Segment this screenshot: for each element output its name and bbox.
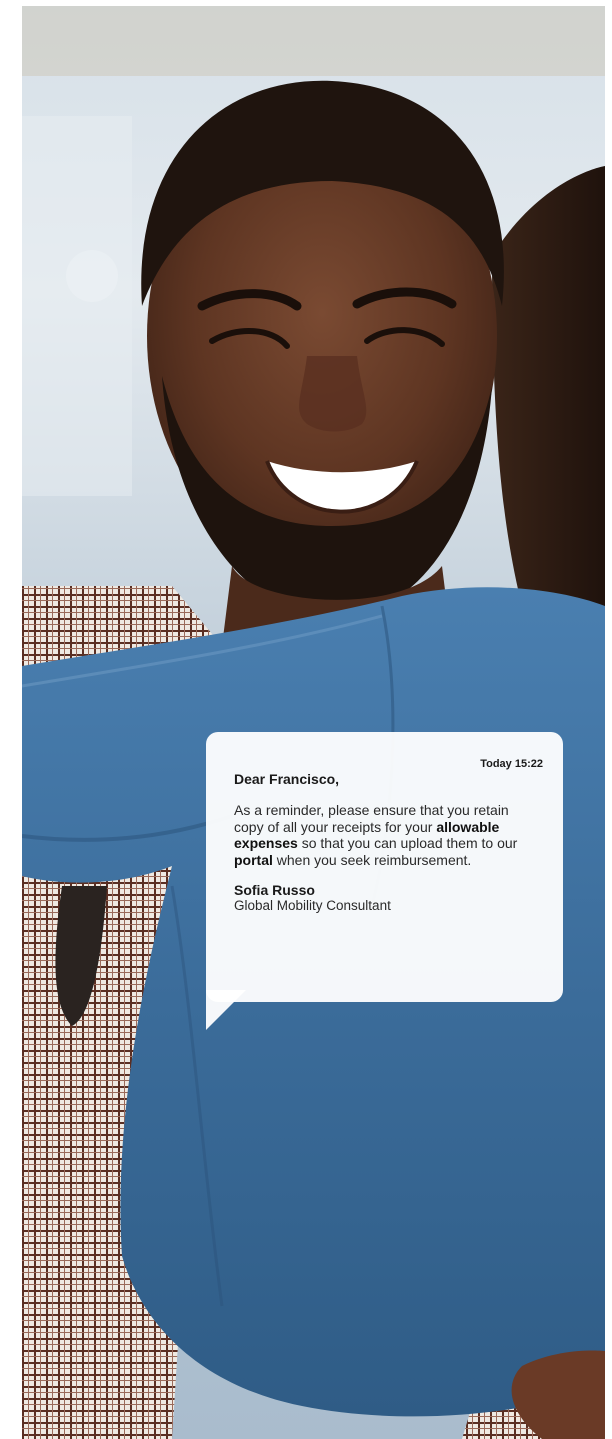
message-body-part3: when you seek reimbursement.: [272, 851, 472, 868]
sender-title: Global Mobility Consultant: [234, 898, 391, 913]
sender-name: Sofia Russo: [234, 882, 315, 898]
message-bubble: Today 15:22 Dear Francisco, As a reminde…: [206, 732, 563, 1002]
portal-text: portal: [234, 851, 273, 868]
message-greeting: Dear Francisco,: [234, 771, 340, 787]
message-body: As a reminder, please ensure that you re…: [234, 802, 534, 868]
message-timestamp: Today 15:22: [480, 758, 543, 770]
page: Today 15:22 Dear Francisco, As a reminde…: [0, 0, 612, 1439]
hero-photo-illustration: [22, 6, 605, 1439]
message-bubble-tail: [206, 990, 246, 1030]
hero-photo: [22, 6, 605, 1439]
message-body-part2: so that you can upload them to our: [297, 835, 518, 851]
